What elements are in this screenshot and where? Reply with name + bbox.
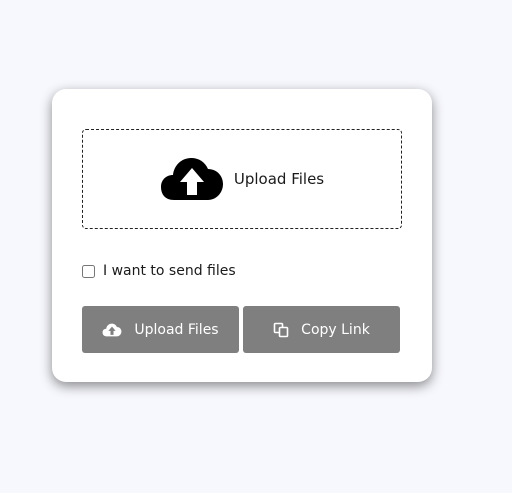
dropzone-label: Upload Files bbox=[233, 170, 325, 188]
copy-icon bbox=[273, 322, 289, 337]
upload-dropzone[interactable]: Upload Files bbox=[82, 129, 402, 229]
upload-card: Upload Files I want to send files Upload… bbox=[52, 89, 432, 382]
upload-files-button[interactable]: Upload Files bbox=[82, 306, 239, 353]
upload-files-button-label: Upload Files bbox=[134, 321, 219, 338]
send-files-checkbox[interactable] bbox=[82, 264, 95, 278]
copy-link-button[interactable]: Copy Link bbox=[243, 306, 400, 353]
send-files-label: I want to send files bbox=[103, 263, 236, 279]
copy-link-button-label: Copy Link bbox=[301, 321, 370, 338]
cloud-upload-icon bbox=[102, 323, 122, 336]
send-files-consent[interactable]: I want to send files bbox=[82, 263, 236, 279]
cloud-upload-icon bbox=[160, 158, 223, 200]
